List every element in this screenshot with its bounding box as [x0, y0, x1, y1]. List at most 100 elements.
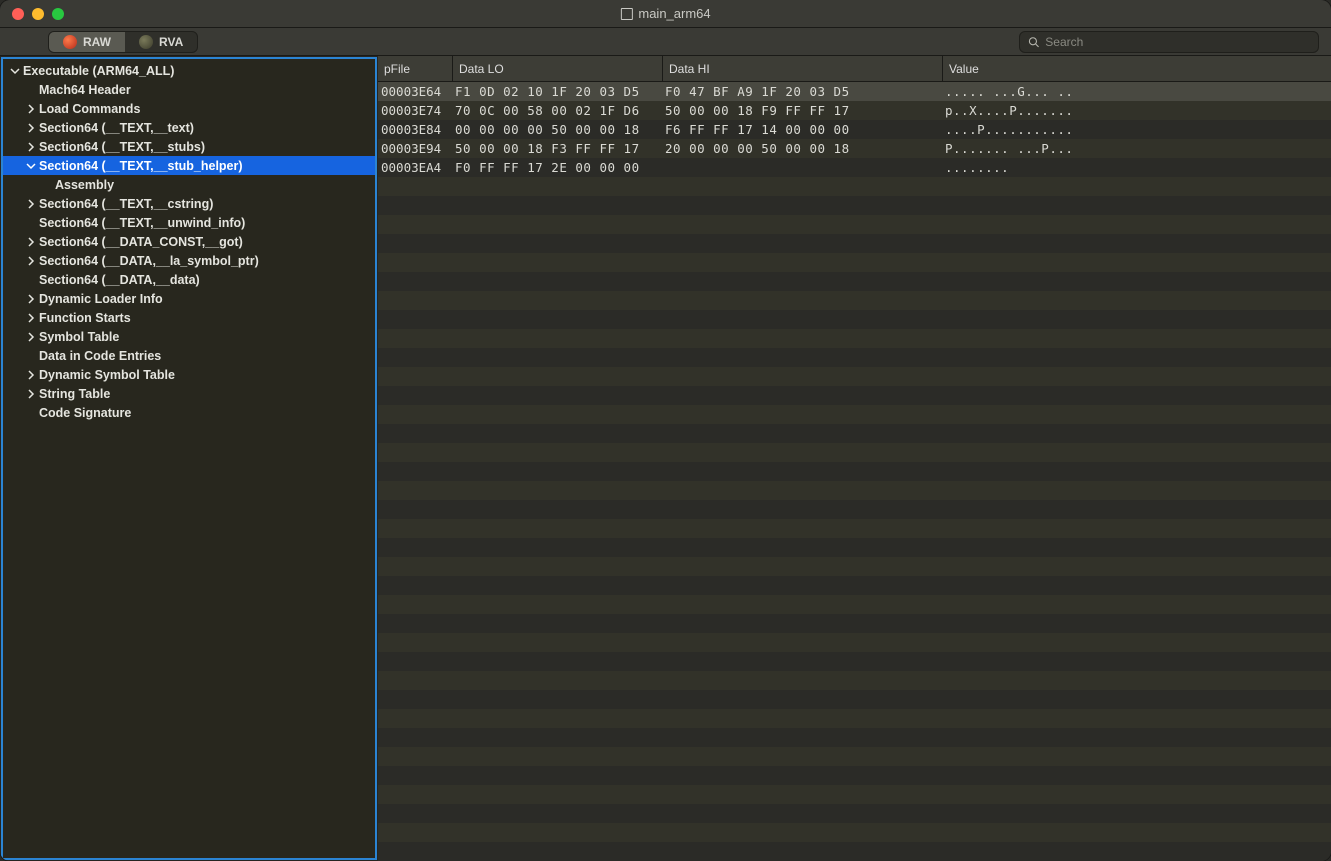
- chevron-right-icon[interactable]: [25, 103, 37, 115]
- tree-item-label: Mach64 Header: [39, 83, 131, 97]
- tree-item[interactable]: Data in Code Entries: [3, 346, 375, 365]
- close-icon[interactable]: [12, 8, 24, 20]
- tree-item[interactable]: Section64 (__DATA_CONST,__got): [3, 232, 375, 251]
- window-title: main_arm64: [620, 6, 710, 21]
- cell-data-hi: 50 00 00 18 F9 FF FF 17: [662, 103, 942, 118]
- hex-row[interactable]: 00003E9450 00 00 18 F3 FF FF 1720 00 00 …: [378, 139, 1331, 158]
- hex-row[interactable]: 00003E8400 00 00 00 50 00 00 18F6 FF FF …: [378, 120, 1331, 139]
- tree-item[interactable]: Symbol Table: [3, 327, 375, 346]
- hex-pane: pFile Data LO Data HI Value 00003E64F1 0…: [378, 56, 1331, 861]
- column-header-data-hi[interactable]: Data HI: [662, 56, 942, 81]
- cell-data-lo: 70 0C 00 58 00 02 1F D6: [452, 103, 662, 118]
- chevron-right-icon[interactable]: [25, 255, 37, 267]
- tree-item-label: Data in Code Entries: [39, 349, 161, 363]
- tree-item[interactable]: Section64 (__TEXT,__unwind_info): [3, 213, 375, 232]
- cell-pfile: 00003E84: [378, 122, 452, 137]
- titlebar: main_arm64: [0, 0, 1331, 28]
- tree-item[interactable]: Assembly: [3, 175, 375, 194]
- view-mode-segmented-control: RAW RVA: [48, 31, 198, 53]
- column-header-pfile[interactable]: pFile: [378, 56, 452, 81]
- tree-item-label: Dynamic Loader Info: [39, 292, 163, 306]
- column-header-data-lo[interactable]: Data LO: [452, 56, 662, 81]
- app-window: main_arm64 RAW RVA Executable (ARM64_ALL…: [0, 0, 1331, 861]
- tree-item[interactable]: Executable (ARM64_ALL): [3, 61, 375, 80]
- traffic-lights: [0, 8, 64, 20]
- tree-item-label: Section64 (__TEXT,__unwind_info): [39, 216, 245, 230]
- chevron-right-icon[interactable]: [25, 141, 37, 153]
- tree-item-label: Section64 (__DATA,__data): [39, 273, 200, 287]
- hex-header: pFile Data LO Data HI Value: [378, 56, 1331, 82]
- tree-item[interactable]: Section64 (__TEXT,__cstring): [3, 194, 375, 213]
- tree-item-label: Section64 (__TEXT,__stubs): [39, 140, 205, 154]
- tree-item[interactable]: Dynamic Loader Info: [3, 289, 375, 308]
- maximize-icon[interactable]: [52, 8, 64, 20]
- tree-item-label: Section64 (__TEXT,__cstring): [39, 197, 213, 211]
- tree-item[interactable]: Dynamic Symbol Table: [3, 365, 375, 384]
- hex-row[interactable]: 00003E64F1 0D 02 10 1F 20 03 D5F0 47 BF …: [378, 82, 1331, 101]
- search-field[interactable]: [1019, 31, 1319, 53]
- cell-value: ....P...........: [942, 122, 1331, 137]
- tree-item[interactable]: Section64 (__DATA,__data): [3, 270, 375, 289]
- tree-item-label: Section64 (__TEXT,__stub_helper): [39, 159, 243, 173]
- chevron-down-icon[interactable]: [25, 160, 37, 172]
- chevron-right-icon[interactable]: [25, 388, 37, 400]
- cell-value: ..... ...G... ..: [942, 84, 1331, 99]
- tree-item-label: Code Signature: [39, 406, 131, 420]
- chevron-right-icon[interactable]: [25, 236, 37, 248]
- tree-item[interactable]: Section64 (__DATA,__la_symbol_ptr): [3, 251, 375, 270]
- tree-item-label: Symbol Table: [39, 330, 119, 344]
- cell-data-lo: 00 00 00 00 50 00 00 18: [452, 122, 662, 137]
- tree-item[interactable]: Section64 (__TEXT,__text): [3, 118, 375, 137]
- window-title-label: main_arm64: [638, 6, 710, 21]
- tree-item[interactable]: Mach64 Header: [3, 80, 375, 99]
- mode-rva-button[interactable]: RVA: [125, 32, 197, 52]
- chevron-right-icon[interactable]: [25, 369, 37, 381]
- sidebar-tree[interactable]: Executable (ARM64_ALL) Mach64 Header Load …: [1, 57, 377, 860]
- search-icon: [1028, 36, 1039, 48]
- tree-item-label: Assembly: [55, 178, 114, 192]
- tree-item[interactable]: Function Starts: [3, 308, 375, 327]
- mode-rva-label: RVA: [159, 35, 183, 49]
- chevron-right-icon[interactable]: [25, 293, 37, 305]
- cell-pfile: 00003E74: [378, 103, 452, 118]
- chevron-right-icon[interactable]: [25, 198, 37, 210]
- cell-data-hi: 20 00 00 00 50 00 00 18: [662, 141, 942, 156]
- hex-body[interactable]: 00003E64F1 0D 02 10 1F 20 03 D5F0 47 BF …: [378, 82, 1331, 861]
- apple-icon: [63, 35, 77, 49]
- toolbar: RAW RVA: [0, 28, 1331, 56]
- tree-item-label: String Table: [39, 387, 110, 401]
- minimize-icon[interactable]: [32, 8, 44, 20]
- cell-pfile: 00003E64: [378, 84, 452, 99]
- chevron-right-icon[interactable]: [25, 312, 37, 324]
- tree-item[interactable]: String Table: [3, 384, 375, 403]
- document-icon: [620, 8, 632, 20]
- chevron-right-icon[interactable]: [25, 331, 37, 343]
- file-icon: [139, 35, 153, 49]
- hex-row[interactable]: 00003EA4F0 FF FF 17 2E 00 00 00........: [378, 158, 1331, 177]
- tree-item[interactable]: Section64 (__TEXT,__stubs): [3, 137, 375, 156]
- mode-raw-button[interactable]: RAW: [49, 32, 125, 52]
- column-header-value[interactable]: Value: [942, 56, 1331, 81]
- cell-data-lo: F1 0D 02 10 1F 20 03 D5: [452, 84, 662, 99]
- tree-item-label: Section64 (__DATA,__la_symbol_ptr): [39, 254, 259, 268]
- tree-item-label: Section64 (__TEXT,__text): [39, 121, 194, 135]
- stripe-background: [378, 82, 1331, 861]
- search-input[interactable]: [1045, 35, 1310, 49]
- tree-item[interactable]: Code Signature: [3, 403, 375, 422]
- hex-row[interactable]: 00003E7470 0C 00 58 00 02 1F D650 00 00 …: [378, 101, 1331, 120]
- tree-item[interactable]: Load Commands: [3, 99, 375, 118]
- cell-pfile: 00003E94: [378, 141, 452, 156]
- cell-value: ........: [942, 160, 1331, 175]
- tree-item[interactable]: Section64 (__TEXT,__stub_helper): [3, 156, 375, 175]
- cell-data-hi: F6 FF FF 17 14 00 00 00: [662, 122, 942, 137]
- chevron-right-icon[interactable]: [25, 122, 37, 134]
- cell-pfile: 00003EA4: [378, 160, 452, 175]
- cell-data-lo: 50 00 00 18 F3 FF FF 17: [452, 141, 662, 156]
- chevron-down-icon[interactable]: [9, 65, 21, 77]
- tree-item-label: Function Starts: [39, 311, 131, 325]
- mode-raw-label: RAW: [83, 35, 111, 49]
- tree-item-label: Load Commands: [39, 102, 140, 116]
- cell-value: p..X....P.......: [942, 103, 1331, 118]
- tree-item-label: Dynamic Symbol Table: [39, 368, 175, 382]
- cell-data-hi: F0 47 BF A9 1F 20 03 D5: [662, 84, 942, 99]
